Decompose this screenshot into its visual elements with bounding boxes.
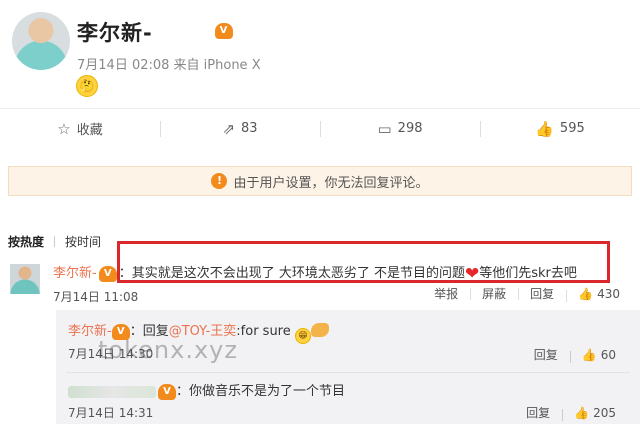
comment-like-button[interactable]: 👍 430 — [566, 286, 632, 302]
muscle-emoji-icon — [310, 323, 329, 337]
sort-by-hot-tab[interactable]: 按热度 — [8, 233, 44, 250]
comment-button[interactable]: ▭ 298 — [320, 109, 480, 148]
thumb-up-icon: 👍 — [574, 405, 590, 420]
vip-badge-icon: V — [98, 265, 117, 282]
reply-like-count: 60 — [600, 347, 616, 362]
report-button[interactable]: 举报 — [422, 285, 470, 302]
comment-sort-bar: 按热度 按时间 — [8, 233, 101, 250]
reply-button[interactable]: 回复 — [518, 285, 566, 302]
warning-icon: ! — [211, 173, 228, 189]
share-icon: ⇗ — [222, 119, 236, 138]
reply-reply-button[interactable]: 回复 — [514, 404, 562, 421]
watermark: tokenx.xyz — [98, 336, 238, 364]
highlight-annotation-box — [117, 241, 610, 283]
blurred-username — [68, 385, 156, 398]
like-button[interactable]: 👍 595 — [480, 109, 640, 148]
sort-by-time-tab[interactable]: 按时间 — [65, 233, 101, 250]
notice-text: 由于用户设置，你无法回复评论。 — [233, 175, 429, 191]
thumb-up-icon: 👍 — [581, 347, 597, 362]
comment-icon: ▭ — [377, 119, 392, 138]
author-name[interactable]: 李尔新- — [77, 21, 153, 45]
comment-count: 298 — [397, 121, 423, 136]
repost-button[interactable]: ⇗ 83 — [160, 109, 320, 148]
reply-like-button[interactable]: 👍 60 — [569, 347, 628, 363]
post-action-bar: ☆ 收藏 ⇗ 83 ▭ 298 👍 595 — [0, 108, 640, 148]
reply-disabled-notice: ! 由于用户设置，你无法回复评论。 — [8, 166, 632, 196]
grin-emoji-icon: 😁 — [294, 328, 311, 344]
reply-text: :for sure — [236, 324, 291, 339]
like-count: 595 — [559, 121, 585, 136]
reply-like-count: 205 — [593, 405, 616, 420]
comment-actions: 举报 屏蔽 回复 👍 430 — [422, 285, 632, 302]
vip-badge-icon: V — [215, 23, 233, 39]
reply-time: 7月14日 14:31 — [68, 406, 154, 420]
favorite-button[interactable]: ☆ 收藏 — [0, 109, 160, 148]
reply-reply-button[interactable]: 回复 — [522, 346, 570, 363]
favorite-label: 收藏 — [76, 123, 103, 138]
thinking-emoji-icon: 🤔 — [76, 75, 98, 97]
sort-divider — [54, 236, 56, 247]
commenter-name-link[interactable]: 李尔新- — [53, 266, 97, 281]
star-icon: ☆ — [57, 119, 71, 138]
post-meta: 7月14日 02:08 来自 iPhone X — [77, 58, 261, 73]
author-name-link[interactable]: 李尔新- V — [77, 17, 233, 47]
author-avatar[interactable] — [12, 12, 70, 70]
reply-like-button[interactable]: 👍 205 — [562, 405, 628, 421]
comment-like-count: 430 — [597, 286, 620, 301]
comment-time: 7月14日 11:08 — [53, 290, 139, 304]
reply-divider — [66, 372, 630, 373]
reply-content: V ：你做音乐不是为了一个节目 — [68, 380, 345, 400]
repost-count: 83 — [241, 121, 258, 136]
replies-panel: 李尔新- V ：回复@TOY-王奕:for sure 😁 7月14日 14:30 回… — [56, 310, 640, 424]
commenter-avatar[interactable] — [10, 264, 40, 294]
reply-actions: 回复 👍 60 — [522, 346, 628, 363]
thumb-up-icon: 👍 — [578, 286, 594, 301]
thumb-up-icon: 👍 — [535, 119, 554, 138]
reply-actions: 回复 👍 205 — [514, 404, 628, 421]
vip-badge-icon: V — [158, 383, 176, 400]
block-button[interactable]: 屏蔽 — [470, 285, 518, 302]
reply-text: ：你做音乐不是为了一个节目 — [176, 384, 346, 399]
